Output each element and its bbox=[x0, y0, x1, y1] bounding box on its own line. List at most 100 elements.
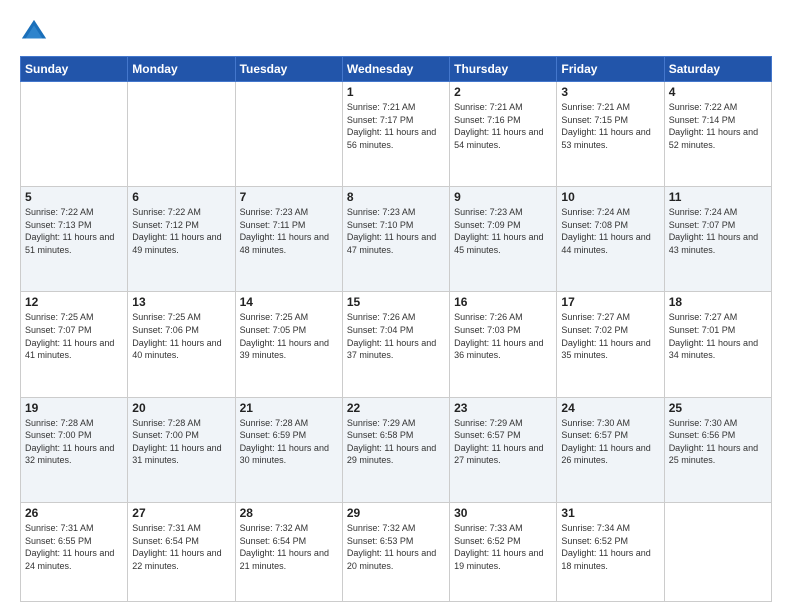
day-info: Sunrise: 7:23 AM Sunset: 7:11 PM Dayligh… bbox=[240, 207, 329, 255]
day-number: 19 bbox=[25, 401, 123, 415]
day-info: Sunrise: 7:32 AM Sunset: 6:53 PM Dayligh… bbox=[347, 523, 436, 571]
day-cell: 11 Sunrise: 7:24 AM Sunset: 7:07 PM Dayli… bbox=[664, 187, 771, 292]
week-row-4: 19 Sunrise: 7:28 AM Sunset: 7:00 PM Dayli… bbox=[21, 397, 772, 502]
day-number: 22 bbox=[347, 401, 445, 415]
day-number: 25 bbox=[669, 401, 767, 415]
day-cell bbox=[235, 82, 342, 187]
day-number: 23 bbox=[454, 401, 552, 415]
day-info: Sunrise: 7:30 AM Sunset: 6:56 PM Dayligh… bbox=[669, 418, 758, 466]
day-cell: 25 Sunrise: 7:30 AM Sunset: 6:56 PM Dayli… bbox=[664, 397, 771, 502]
day-info: Sunrise: 7:25 AM Sunset: 7:06 PM Dayligh… bbox=[132, 312, 221, 360]
day-cell: 31 Sunrise: 7:34 AM Sunset: 6:52 PM Dayli… bbox=[557, 502, 664, 601]
weekday-header-wednesday: Wednesday bbox=[342, 57, 449, 82]
day-cell: 13 Sunrise: 7:25 AM Sunset: 7:06 PM Dayli… bbox=[128, 292, 235, 397]
day-cell: 16 Sunrise: 7:26 AM Sunset: 7:03 PM Dayli… bbox=[450, 292, 557, 397]
weekday-header-thursday: Thursday bbox=[450, 57, 557, 82]
day-cell: 18 Sunrise: 7:27 AM Sunset: 7:01 PM Dayli… bbox=[664, 292, 771, 397]
day-cell bbox=[128, 82, 235, 187]
day-number: 3 bbox=[561, 85, 659, 99]
day-cell: 17 Sunrise: 7:27 AM Sunset: 7:02 PM Dayli… bbox=[557, 292, 664, 397]
day-number: 5 bbox=[25, 190, 123, 204]
day-info: Sunrise: 7:27 AM Sunset: 7:02 PM Dayligh… bbox=[561, 312, 650, 360]
day-info: Sunrise: 7:23 AM Sunset: 7:09 PM Dayligh… bbox=[454, 207, 543, 255]
day-info: Sunrise: 7:29 AM Sunset: 6:57 PM Dayligh… bbox=[454, 418, 543, 466]
day-info: Sunrise: 7:33 AM Sunset: 6:52 PM Dayligh… bbox=[454, 523, 543, 571]
day-number: 15 bbox=[347, 295, 445, 309]
day-cell: 23 Sunrise: 7:29 AM Sunset: 6:57 PM Dayli… bbox=[450, 397, 557, 502]
day-cell: 29 Sunrise: 7:32 AM Sunset: 6:53 PM Dayli… bbox=[342, 502, 449, 601]
day-info: Sunrise: 7:31 AM Sunset: 6:54 PM Dayligh… bbox=[132, 523, 221, 571]
day-info: Sunrise: 7:34 AM Sunset: 6:52 PM Dayligh… bbox=[561, 523, 650, 571]
day-cell: 1 Sunrise: 7:21 AM Sunset: 7:17 PM Daylig… bbox=[342, 82, 449, 187]
day-cell: 12 Sunrise: 7:25 AM Sunset: 7:07 PM Dayli… bbox=[21, 292, 128, 397]
day-cell: 28 Sunrise: 7:32 AM Sunset: 6:54 PM Dayli… bbox=[235, 502, 342, 601]
day-cell: 27 Sunrise: 7:31 AM Sunset: 6:54 PM Dayli… bbox=[128, 502, 235, 601]
day-number: 20 bbox=[132, 401, 230, 415]
day-number: 7 bbox=[240, 190, 338, 204]
day-info: Sunrise: 7:26 AM Sunset: 7:03 PM Dayligh… bbox=[454, 312, 543, 360]
day-cell: 4Sunrise: 7:22 AM Sunset: 7:14 PM Daylig… bbox=[664, 82, 771, 187]
day-number: 27 bbox=[132, 506, 230, 520]
day-number: 9 bbox=[454, 190, 552, 204]
header bbox=[20, 18, 772, 46]
day-cell: 2Sunrise: 7:21 AM Sunset: 7:16 PM Daylig… bbox=[450, 82, 557, 187]
day-cell: 22 Sunrise: 7:29 AM Sunset: 6:58 PM Dayli… bbox=[342, 397, 449, 502]
day-info: Sunrise: 7:28 AM Sunset: 7:00 PM Dayligh… bbox=[132, 418, 221, 466]
weekday-header-row: SundayMondayTuesdayWednesdayThursdayFrid… bbox=[21, 57, 772, 82]
day-info: Sunrise: 7:25 AM Sunset: 7:07 PM Dayligh… bbox=[25, 312, 114, 360]
day-info: Sunrise: 7:28 AM Sunset: 7:00 PM Dayligh… bbox=[25, 418, 114, 466]
day-number: 1 bbox=[347, 85, 445, 99]
week-row-1: 1 Sunrise: 7:21 AM Sunset: 7:17 PM Daylig… bbox=[21, 82, 772, 187]
logo bbox=[20, 18, 52, 46]
day-cell bbox=[21, 82, 128, 187]
weekday-header-monday: Monday bbox=[128, 57, 235, 82]
day-number: 21 bbox=[240, 401, 338, 415]
day-number: 4 bbox=[669, 85, 767, 99]
day-info: Sunrise: 7:23 AM Sunset: 7:10 PM Dayligh… bbox=[347, 207, 436, 255]
weekday-header-saturday: Saturday bbox=[664, 57, 771, 82]
day-cell: 10Sunrise: 7:24 AM Sunset: 7:08 PM Dayli… bbox=[557, 187, 664, 292]
calendar-table: SundayMondayTuesdayWednesdayThursdayFrid… bbox=[20, 56, 772, 602]
day-info: Sunrise: 7:21 AM Sunset: 7:16 PM Dayligh… bbox=[454, 102, 543, 150]
day-number: 17 bbox=[561, 295, 659, 309]
day-cell: 30 Sunrise: 7:33 AM Sunset: 6:52 PM Dayli… bbox=[450, 502, 557, 601]
day-number: 8 bbox=[347, 190, 445, 204]
day-number: 30 bbox=[454, 506, 552, 520]
day-number: 12 bbox=[25, 295, 123, 309]
day-info: Sunrise: 7:31 AM Sunset: 6:55 PM Dayligh… bbox=[25, 523, 114, 571]
day-number: 31 bbox=[561, 506, 659, 520]
day-number: 13 bbox=[132, 295, 230, 309]
day-cell: 20 Sunrise: 7:28 AM Sunset: 7:00 PM Dayli… bbox=[128, 397, 235, 502]
day-cell: 14 Sunrise: 7:25 AM Sunset: 7:05 PM Dayli… bbox=[235, 292, 342, 397]
day-number: 11 bbox=[669, 190, 767, 204]
day-cell: 21 Sunrise: 7:28 AM Sunset: 6:59 PM Dayli… bbox=[235, 397, 342, 502]
day-number: 10 bbox=[561, 190, 659, 204]
day-info: Sunrise: 7:25 AM Sunset: 7:05 PM Dayligh… bbox=[240, 312, 329, 360]
weekday-header-sunday: Sunday bbox=[21, 57, 128, 82]
day-cell: 26 Sunrise: 7:31 AM Sunset: 6:55 PM Dayli… bbox=[21, 502, 128, 601]
day-cell: 5 Sunrise: 7:22 AM Sunset: 7:13 PM Daylig… bbox=[21, 187, 128, 292]
day-info: Sunrise: 7:26 AM Sunset: 7:04 PM Dayligh… bbox=[347, 312, 436, 360]
day-number: 26 bbox=[25, 506, 123, 520]
day-cell: 15 Sunrise: 7:26 AM Sunset: 7:04 PM Dayli… bbox=[342, 292, 449, 397]
day-info: Sunrise: 7:22 AM Sunset: 7:13 PM Dayligh… bbox=[25, 207, 114, 255]
day-cell: 19 Sunrise: 7:28 AM Sunset: 7:00 PM Dayli… bbox=[21, 397, 128, 502]
day-number: 16 bbox=[454, 295, 552, 309]
day-number: 18 bbox=[669, 295, 767, 309]
day-info: Sunrise: 7:21 AM Sunset: 7:17 PM Dayligh… bbox=[347, 102, 436, 150]
day-number: 29 bbox=[347, 506, 445, 520]
day-info: Sunrise: 7:21 AM Sunset: 7:15 PM Dayligh… bbox=[561, 102, 650, 150]
day-info: Sunrise: 7:27 AM Sunset: 7:01 PM Dayligh… bbox=[669, 312, 758, 360]
day-info: Sunrise: 7:29 AM Sunset: 6:58 PM Dayligh… bbox=[347, 418, 436, 466]
day-info: Sunrise: 7:22 AM Sunset: 7:12 PM Dayligh… bbox=[132, 207, 221, 255]
day-info: Sunrise: 7:28 AM Sunset: 6:59 PM Dayligh… bbox=[240, 418, 329, 466]
day-number: 14 bbox=[240, 295, 338, 309]
day-info: Sunrise: 7:32 AM Sunset: 6:54 PM Dayligh… bbox=[240, 523, 329, 571]
page: SundayMondayTuesdayWednesdayThursdayFrid… bbox=[0, 0, 792, 612]
day-number: 6 bbox=[132, 190, 230, 204]
day-number: 28 bbox=[240, 506, 338, 520]
day-number: 24 bbox=[561, 401, 659, 415]
day-cell: 6 Sunrise: 7:22 AM Sunset: 7:12 PM Daylig… bbox=[128, 187, 235, 292]
day-info: Sunrise: 7:30 AM Sunset: 6:57 PM Dayligh… bbox=[561, 418, 650, 466]
day-info: Sunrise: 7:24 AM Sunset: 7:07 PM Dayligh… bbox=[669, 207, 758, 255]
